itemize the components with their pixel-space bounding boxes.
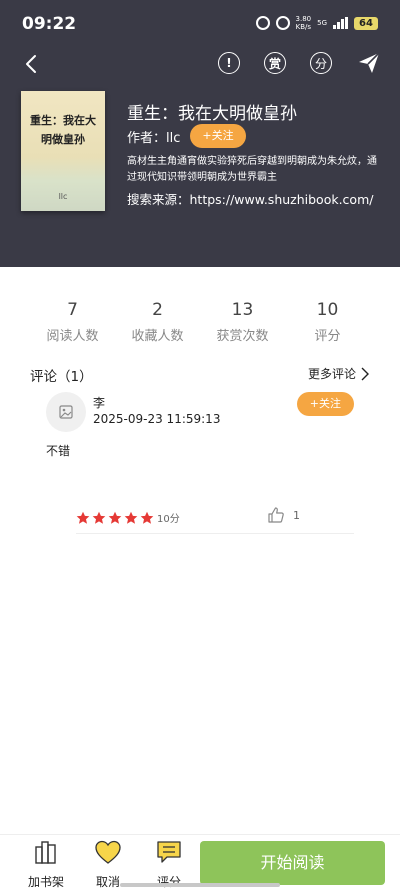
stat-label: 阅读人数 [46,329,99,344]
book-description: 高材生主角通宵做实验猝死后穿越到明朝成为朱允炆，通过现代知识带领明朝成为世界霸主 [127,156,377,183]
star-icon [140,511,154,524]
more-comments-link[interactable]: 更多评论 [308,365,370,382]
stat-value: 10 [316,300,339,320]
speed-value: 3.80 [295,15,312,23]
cancel-favorite-button[interactable]: 取消 [83,837,133,889]
speed-unit: KB/s [295,23,312,31]
star-icon [92,511,106,524]
stat-value: 7 [67,300,78,320]
comments-header: 评论（1） 更多评论 [30,365,370,385]
stat-label: 收藏人数 [131,329,184,344]
battery-icon: 64 [354,16,378,30]
book-author: 作者：llc [127,130,181,146]
cover-author: llc [58,192,68,201]
book-header: 09:22 3.80 KB/s 5G 64 ! 赏 分 重生：我在大明做皇孙 l… [0,0,400,267]
mute-icon [275,16,290,30]
bookshelf-icon [35,841,56,864]
stat-value: 2 [152,300,163,320]
network-speed: 3.80 KB/s [296,15,312,31]
stat-readers: 7 阅读人数 [30,300,115,344]
comment-rating: 10分 [76,510,180,525]
share-icon[interactable] [356,50,382,76]
book-title: 重生：我在大明做皇孙 [127,104,297,124]
cover-title: 重生：我在大明做皇孙 [30,114,96,146]
comment-icon [157,841,181,863]
star-icon [76,511,90,524]
more-comments-label: 更多评论 [307,367,356,381]
nav-actions: ! 赏 分 [218,50,382,76]
back-icon[interactable] [18,50,46,78]
star-icon [108,511,122,524]
avatar[interactable] [46,392,86,432]
reward-icon[interactable]: 赏 [264,52,286,74]
home-indicator [120,883,280,887]
start-reading-button[interactable]: 开始阅读 [200,841,385,885]
bottom-action-bar: 加书架 取消 评分 开始阅读 [0,834,400,889]
author-row: 作者：llc +关注 [127,124,246,148]
add-to-shelf-button[interactable]: 加书架 [21,837,71,889]
book-stats: 7 阅读人数 2 收藏人数 13 获赏次数 10 评分 [0,300,400,344]
follow-commenter-button[interactable]: +关注 [296,392,354,416]
report-icon[interactable]: ! [218,52,240,74]
alarm-icon [255,16,270,30]
star-icon [124,511,138,524]
stat-rewards: 13 获赏次数 [200,300,285,344]
book-cover[interactable]: 重生：我在大明做皇孙 llc [21,91,105,211]
comment-timestamp: 2025-09-23 11:59:13 [93,412,221,426]
comment-score: 10分 [157,514,180,525]
divider [76,533,354,534]
status-time: 09:22 [22,14,77,34]
stat-label: 评分 [314,329,341,344]
comment-username: 李 [93,396,106,410]
like-count: 1 [293,508,300,522]
stat-favorites: 2 收藏人数 [115,300,200,344]
rate-button[interactable]: 评分 [144,837,194,889]
signal-icon [333,17,348,29]
stat-label: 获赏次数 [216,329,269,344]
add-to-shelf-label: 加书架 [27,875,64,889]
comment-text: 不错 [46,444,71,458]
thumbs-up-icon [268,507,284,523]
image-placeholder-icon [59,405,73,419]
comments-title: 评论（1） [30,369,93,385]
follow-author-button[interactable]: +关注 [190,124,246,148]
rating-icon[interactable]: 分 [310,52,332,74]
status-icons: 3.80 KB/s 5G 64 [255,15,378,31]
status-bar: 09:22 3.80 KB/s 5G 64 [0,0,400,46]
chevron-right-icon [361,367,369,380]
heart-icon [95,840,121,864]
stat-value: 13 [231,300,254,320]
stat-rating: 10 评分 [285,300,370,344]
book-source[interactable]: 搜索来源：https://www.shuzhibook.com/ [127,189,373,208]
network-type: 5G [317,19,327,27]
comment-item: 李 2025-09-23 11:59:13 +关注 不错 10分 1 [30,392,370,542]
nav-bar: ! 赏 分 [0,46,400,82]
like-button[interactable]: 1 [267,506,300,524]
